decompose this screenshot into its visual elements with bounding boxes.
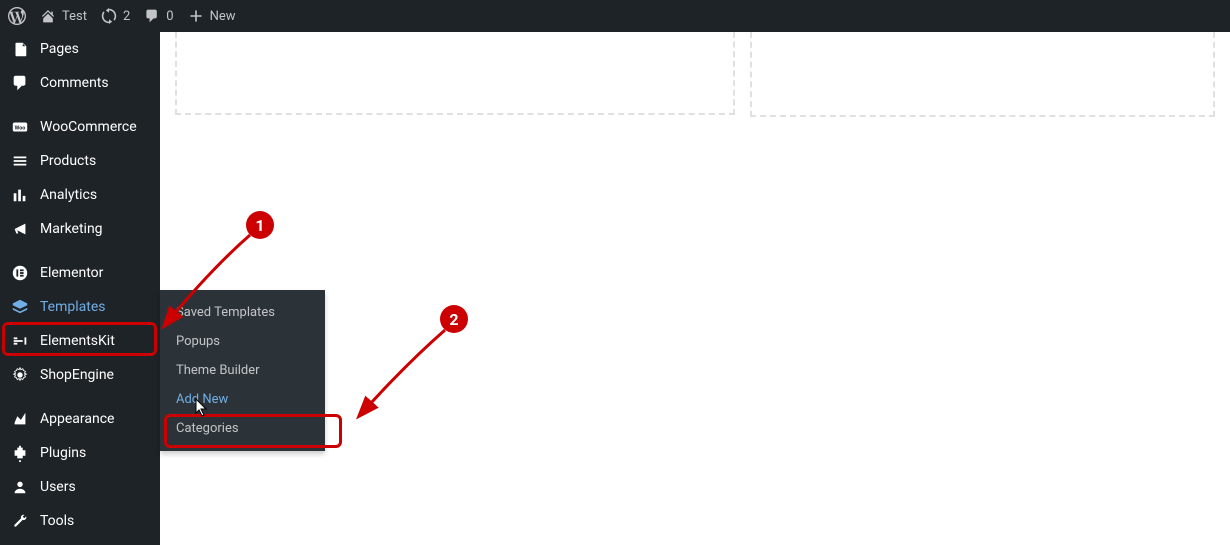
submenu-saved-templates[interactable]: Saved Templates <box>160 298 325 327</box>
users-icon <box>10 478 30 496</box>
updates-count: 2 <box>123 9 130 24</box>
site-name[interactable]: Test <box>40 8 87 24</box>
marketing-icon <box>10 220 30 238</box>
sidebar-item-label: ElementsKit <box>40 333 115 349</box>
comments-count: 0 <box>166 9 173 24</box>
tools-icon <box>10 512 30 530</box>
sidebar-item-tools[interactable]: Tools <box>0 504 160 538</box>
woo-icon: Woo <box>10 118 30 136</box>
sidebar-item-label: Products <box>40 153 96 169</box>
sidebar-item-pages[interactable]: Pages <box>0 32 160 66</box>
sidebar-item-label: Marketing <box>40 221 103 237</box>
sidebar-item-label: Appearance <box>40 411 114 427</box>
sidebar-item-plugins[interactable]: Plugins <box>0 436 160 470</box>
svg-text:Woo: Woo <box>15 126 26 132</box>
new-content[interactable]: New <box>188 8 236 24</box>
site-name-label: Test <box>62 9 87 24</box>
sidebar-item-analytics[interactable]: Analytics <box>0 178 160 212</box>
sidebar-item-label: Users <box>40 479 76 495</box>
sidebar-item-shopengine[interactable]: ShopEngine <box>0 358 160 392</box>
main-content <box>160 32 1230 545</box>
plugins-icon <box>10 444 30 462</box>
submenu-popups[interactable]: Popups <box>160 327 325 356</box>
sidebar-item-users[interactable]: Users <box>0 470 160 504</box>
submenu-theme-builder[interactable]: Theme Builder <box>160 356 325 385</box>
plus-icon <box>188 8 204 24</box>
comments-icon <box>10 74 30 92</box>
admin-sidebar: Pages Comments Woo WooCommerce Products … <box>0 32 160 545</box>
comment-icon <box>144 8 160 24</box>
submenu-categories[interactable]: Categories <box>160 414 325 443</box>
submenu-add-new[interactable]: Add New <box>160 385 325 414</box>
analytics-icon <box>10 186 30 204</box>
sidebar-item-marketing[interactable]: Marketing <box>0 212 160 246</box>
elementor-icon <box>10 264 30 282</box>
comments-bar[interactable]: 0 <box>144 8 173 24</box>
sidebar-item-label: Pages <box>40 41 79 57</box>
sidebar-item-templates[interactable]: Templates <box>0 290 160 324</box>
elementskit-icon <box>10 332 30 350</box>
shopengine-icon <box>10 366 30 384</box>
placeholder-widget-right[interactable] <box>750 32 1215 117</box>
sidebar-item-label: Templates <box>40 299 106 315</box>
wordpress-icon <box>8 7 26 25</box>
sidebar-item-label: Tools <box>40 513 74 529</box>
templates-icon <box>10 298 30 316</box>
sidebar-item-label: Analytics <box>40 187 97 203</box>
sidebar-item-comments[interactable]: Comments <box>0 66 160 100</box>
sidebar-item-woocommerce[interactable]: Woo WooCommerce <box>0 110 160 144</box>
sidebar-item-appearance[interactable]: Appearance <box>0 402 160 436</box>
admin-bar: Test 2 0 New <box>0 0 1230 32</box>
sidebar-item-label: Elementor <box>40 265 103 281</box>
refresh-icon <box>101 8 117 24</box>
products-icon <box>10 152 30 170</box>
sidebar-item-label: WooCommerce <box>40 119 137 135</box>
sidebar-item-elementor[interactable]: Elementor <box>0 256 160 290</box>
annotation-badge-1: 1 <box>246 211 274 239</box>
wordpress-menu[interactable] <box>8 7 26 25</box>
appearance-icon <box>10 410 30 428</box>
sidebar-item-label: Plugins <box>40 445 86 461</box>
page-icon <box>10 40 30 58</box>
templates-submenu: Saved Templates Popups Theme Builder Add… <box>160 290 325 451</box>
sidebar-item-label: ShopEngine <box>40 367 114 383</box>
annotation-badge-2: 2 <box>440 305 468 333</box>
placeholder-widget-left[interactable] <box>175 32 735 115</box>
updates[interactable]: 2 <box>101 8 130 24</box>
new-label: New <box>210 9 236 24</box>
home-icon <box>40 8 56 24</box>
sidebar-item-elementskit[interactable]: ElementsKit <box>0 324 160 358</box>
sidebar-item-label: Comments <box>40 75 109 91</box>
sidebar-item-products[interactable]: Products <box>0 144 160 178</box>
